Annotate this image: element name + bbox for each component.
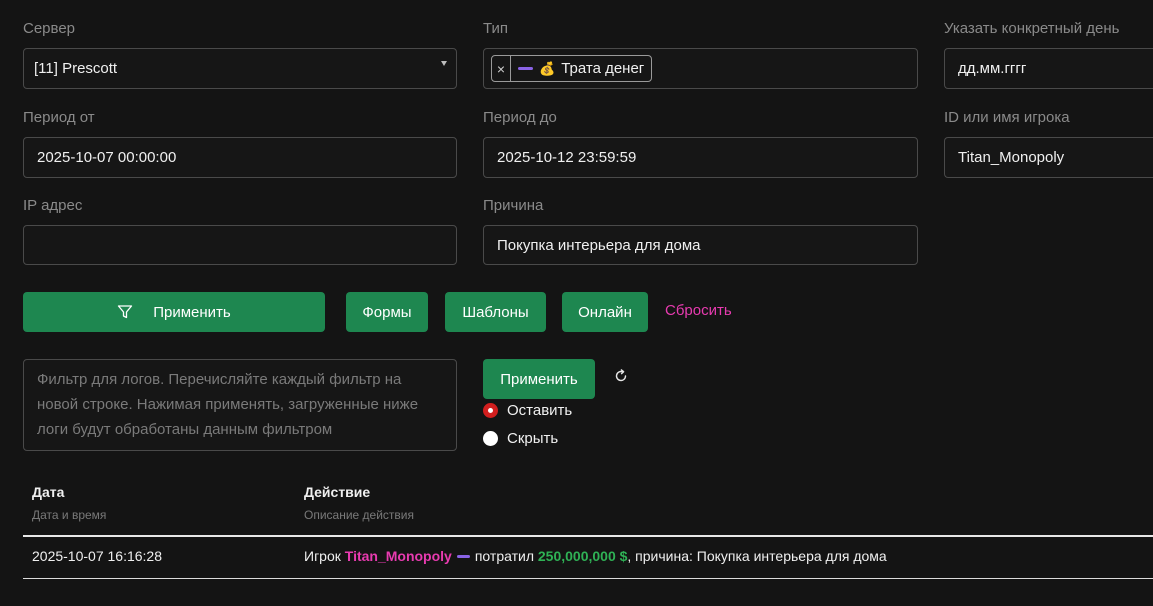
type-multiselect[interactable]: × 💰 Трата денег (483, 48, 918, 89)
radio-unchecked-icon (483, 431, 498, 446)
type-tag: × 💰 Трата денег (491, 55, 653, 82)
server-select-value: [11] Prescott (34, 60, 118, 77)
refresh-icon[interactable] (614, 369, 628, 383)
reason-label: Причина (483, 197, 544, 214)
reason-input[interactable]: Покупка интерьера для дома (483, 225, 918, 265)
filter-icon (118, 305, 133, 319)
apply-button[interactable]: Применить (23, 292, 325, 332)
ip-label: IP адрес (23, 197, 83, 214)
col-date-subtitle: Дата и время (32, 508, 107, 522)
server-label: Сервер (23, 20, 76, 37)
player-input[interactable]: Titan_Monopoly (944, 137, 1153, 178)
player-label: ID или имя игрока (944, 109, 1070, 126)
purple-dash-icon (456, 554, 470, 558)
log-filter-apply-button[interactable]: Применить (483, 359, 595, 399)
period-from-input[interactable]: 2025-10-07 00:00:00 (23, 137, 457, 178)
online-button[interactable]: Онлайн (562, 292, 648, 332)
radio-checked-icon (483, 403, 498, 418)
radio-hide[interactable]: Скрыть (483, 430, 558, 447)
day-label: Указать конкретный день (944, 20, 1120, 37)
row-verb: потратил (474, 548, 534, 564)
apply-button-label: Применить (153, 303, 231, 321)
chevron-down-icon (441, 61, 447, 66)
radio-keep[interactable]: Оставить (483, 402, 572, 419)
row-player-link[interactable]: Titan_Monopoly (345, 548, 452, 564)
row-amount: 250,000,000 $ (537, 548, 628, 564)
type-label: Тип (483, 20, 509, 37)
col-date-title: Дата (32, 484, 65, 500)
tag-remove-icon[interactable]: × (492, 56, 511, 81)
table-row-divider (23, 578, 1153, 579)
forms-button[interactable]: Формы (346, 292, 428, 332)
server-select[interactable]: [11] Prescott (23, 48, 457, 89)
log-filter-apply-label: Применить (500, 370, 578, 388)
log-filter-textarea[interactable]: Фильтр для логов. Перечисляйте каждый фи… (23, 359, 457, 451)
money-bag-icon: 💰 (539, 60, 556, 76)
day-input-placeholder: дд.мм.гггг (958, 60, 1027, 77)
row-prefix: Игрок (304, 548, 341, 564)
radio-keep-label: Оставить (507, 402, 573, 419)
col-action-title: Действие (304, 484, 371, 500)
forms-button-label: Формы (362, 303, 412, 321)
row-suffix: , причина: Покупка интерьера для дома (627, 548, 887, 564)
row-action: Игрок Titan_Monopoly потратил 250,000,000… (304, 548, 887, 564)
period-to-value: 2025-10-12 23:59:59 (497, 149, 637, 166)
log-filter-placeholder: Фильтр для логов. Перечисляйте каждый фи… (37, 371, 419, 438)
templates-button[interactable]: Шаблоны (445, 292, 546, 332)
ip-input[interactable] (23, 225, 457, 265)
reset-link[interactable]: Сбросить (665, 302, 732, 319)
player-input-value: Titan_Monopoly (958, 149, 1065, 166)
period-from-label: Период от (23, 109, 95, 126)
period-to-input[interactable]: 2025-10-12 23:59:59 (483, 137, 918, 178)
online-button-label: Онлайн (578, 303, 632, 321)
day-input[interactable]: дд.мм.гггг (944, 48, 1153, 89)
row-date: 2025-10-07 16:16:28 (32, 548, 162, 564)
reason-input-value: Покупка интерьера для дома (497, 236, 701, 254)
period-from-value: 2025-10-07 00:00:00 (37, 149, 177, 166)
type-tag-label: Трата денег (561, 60, 645, 77)
radio-hide-label: Скрыть (507, 430, 559, 447)
col-action-subtitle: Описание действия (304, 508, 414, 522)
period-to-label: Период до (483, 109, 557, 126)
purple-dash-icon (518, 67, 533, 70)
table-header-divider (23, 535, 1153, 537)
templates-button-label: Шаблоны (462, 303, 529, 321)
